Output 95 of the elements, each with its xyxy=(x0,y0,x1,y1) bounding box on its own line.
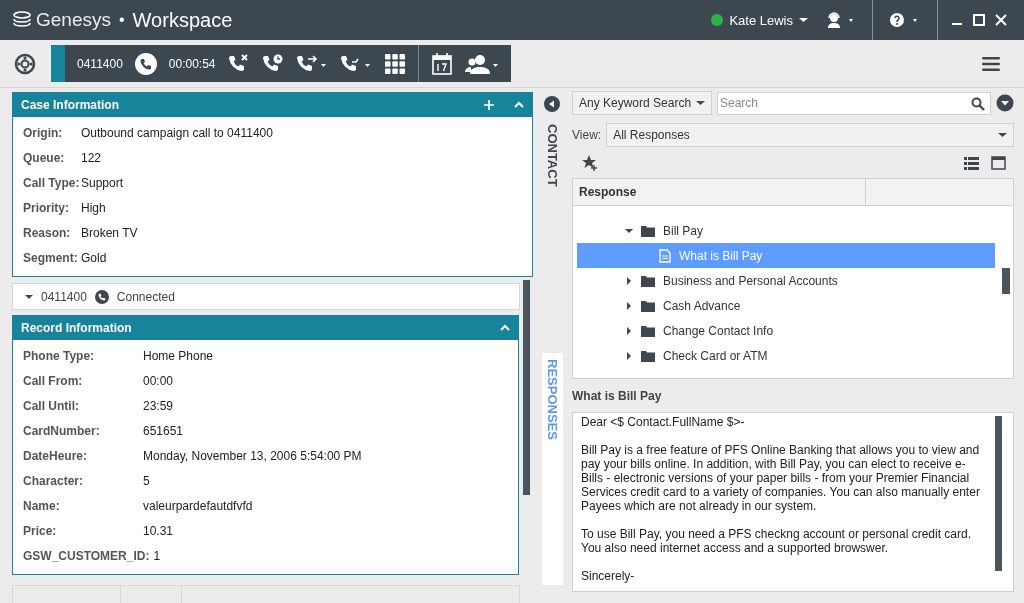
panel-title: Case Information xyxy=(21,98,119,112)
panel-title: Record Information xyxy=(21,321,132,336)
caret-down-icon[interactable] xyxy=(625,226,633,235)
call-timer: 00:00:54 xyxy=(168,56,216,71)
field-value: Gold xyxy=(81,250,107,265)
scrollbar[interactable] xyxy=(523,280,530,495)
caret-icon xyxy=(799,17,808,23)
logo-icon xyxy=(12,11,32,29)
field-value: Support xyxy=(81,175,124,190)
search-mode-dropdown[interactable]: Any Keyword Search xyxy=(572,91,712,115)
contact-menu-icon[interactable] xyxy=(464,52,499,75)
caret-icon[interactable] xyxy=(25,293,33,300)
dropdown-icon[interactable] xyxy=(996,94,1014,112)
keypad-icon[interactable] xyxy=(383,52,406,75)
tree-item[interactable]: Change Contact Info xyxy=(577,318,995,343)
column-header: Response xyxy=(573,179,866,205)
field-value: Monday, November 13, 2006 5:54:00 PM xyxy=(143,448,362,463)
close-icon[interactable] xyxy=(995,14,1007,26)
search-icon[interactable] xyxy=(971,96,985,111)
field-label: Call Until: xyxy=(23,398,80,413)
caret-right-icon[interactable] xyxy=(625,276,633,285)
field-label: Reason: xyxy=(23,225,72,240)
scrollbar-thumb[interactable] xyxy=(1002,268,1010,294)
menu-icon[interactable] xyxy=(982,55,1000,72)
caret-right-icon[interactable] xyxy=(625,301,633,310)
brand-name: Genesys xyxy=(36,9,111,31)
field-value: 122 xyxy=(81,150,102,165)
preview-paragraph: Dear <$ Contact.FullName $>- xyxy=(581,415,746,429)
folder-icon xyxy=(641,349,655,362)
field-label: Segment: xyxy=(23,250,79,265)
collapse-icon[interactable] xyxy=(514,101,524,109)
caret-icon xyxy=(696,100,705,106)
field-label: Call From: xyxy=(23,373,84,388)
field-value: 23:59 xyxy=(143,398,174,413)
field-label: Priority: xyxy=(23,200,70,215)
side-tab[interactable]: CONTACT xyxy=(544,122,560,189)
field-value: Outbound campaign call to 0411400 xyxy=(81,125,273,140)
phone-icon xyxy=(134,52,157,75)
field-label: GSW_CUSTOMER_ID: xyxy=(23,548,150,563)
field-label: Origin: xyxy=(23,125,64,140)
accent-strip xyxy=(51,45,65,82)
document-icon xyxy=(659,248,671,263)
field-label: DateHeure: xyxy=(23,448,89,463)
field-label: Queue: xyxy=(23,150,66,165)
caret-icon xyxy=(998,132,1007,138)
call-number: 0411400 xyxy=(77,56,123,71)
user-menu[interactable]: Kate Lewis xyxy=(701,12,818,28)
field-label: CardNumber: xyxy=(23,423,101,438)
field-value: Broken TV xyxy=(81,225,138,240)
folder-icon xyxy=(641,324,655,337)
interaction-status: Connected xyxy=(116,289,175,304)
tree-item[interactable]: Cash Advance xyxy=(577,293,995,318)
preview-title: What is Bill Pay xyxy=(572,389,663,405)
maximize-icon[interactable] xyxy=(973,14,985,26)
title-separator: • xyxy=(119,11,125,29)
add-icon[interactable] xyxy=(484,100,494,110)
folder-icon xyxy=(641,299,655,312)
scrollbar[interactable] xyxy=(995,416,1002,571)
support-icon[interactable] xyxy=(14,52,36,75)
tree-item[interactable]: Business and Personal Accounts xyxy=(577,268,995,293)
view-dropdown[interactable]: All Responses xyxy=(606,123,1014,147)
field-label: Call Type: xyxy=(23,175,81,190)
window-icon[interactable] xyxy=(991,156,1006,170)
calendar-icon[interactable] xyxy=(430,51,453,76)
collapse-panel-icon[interactable] xyxy=(544,96,560,112)
folder-icon xyxy=(641,274,655,287)
field-value: 10.31 xyxy=(143,523,174,538)
app-title: Workspace xyxy=(132,8,233,32)
search-field[interactable]: Search xyxy=(717,91,991,115)
preview-paragraph: To use Bill Pay, you need a PFS checkng account or personal credit card. You also need internet access and a supported browswer. xyxy=(581,527,972,555)
view-label: View: xyxy=(572,128,602,142)
tree-item[interactable]: Check Card or ATM xyxy=(577,343,995,368)
caret-right-icon[interactable] xyxy=(625,351,633,360)
list-view-icon[interactable] xyxy=(964,156,979,170)
field-value: valeurpardefautdfvfd xyxy=(143,498,253,513)
field-label: Name: xyxy=(23,498,61,513)
caret-right-icon[interactable] xyxy=(625,326,633,335)
folder-icon xyxy=(641,224,655,237)
interaction-number: 0411400 xyxy=(41,289,87,304)
field-value: Home Phone xyxy=(143,348,214,363)
tree-item[interactable]: Bill Pay xyxy=(577,218,995,243)
preview-paragraph: Bill Pay is a free feature of PFS Online Banking that allows you to view and pay your bills online. In addition, with Bill Pay, you can elect to receive e-Bills - electronic versions of your paper bills - from your Premier Financial Services credit card to a variety of companies. You can also manually enter Payees which are not already in our system. xyxy=(581,443,981,513)
field-value: 00:00 xyxy=(143,373,174,388)
preview-paragraph: Sincerely- xyxy=(581,569,636,583)
collapse-icon[interactable] xyxy=(500,324,510,333)
field-label: Character: xyxy=(23,473,85,488)
favorite-add-icon[interactable] xyxy=(582,155,598,171)
field-label: Price: xyxy=(23,523,58,538)
field-value: 1 xyxy=(153,548,161,563)
interaction-bar[interactable]: 0411400 Connected xyxy=(12,283,520,311)
field-value: High xyxy=(81,200,106,215)
field-label: Phone Type: xyxy=(23,348,96,363)
phone-icon xyxy=(94,289,109,304)
field-value: 5 xyxy=(143,473,150,488)
field-value: 651651 xyxy=(143,423,184,438)
